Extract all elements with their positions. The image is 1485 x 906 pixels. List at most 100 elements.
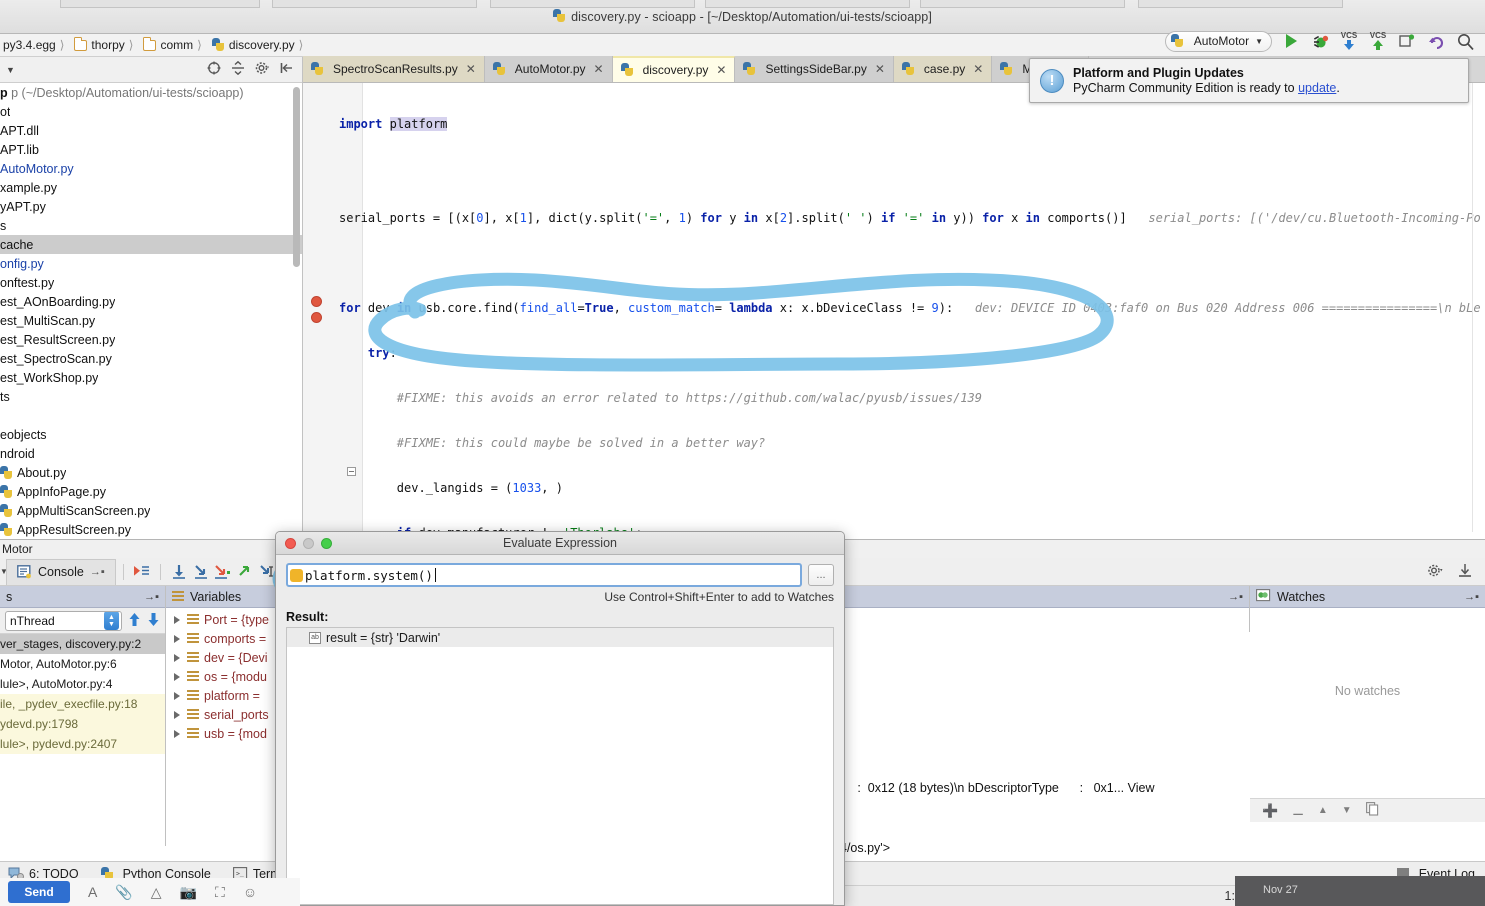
result-row[interactable]: ab result = {str} 'Darwin' bbox=[287, 628, 833, 647]
close-icon[interactable]: ✕ bbox=[594, 62, 604, 76]
breadcrumb-item-3[interactable]: discovery.py ⟩ bbox=[209, 38, 311, 52]
debugger-tab-console[interactable]: Console →▪ bbox=[6, 558, 116, 585]
run-configuration-selector[interactable]: AutoMotor ▼ bbox=[1164, 30, 1272, 52]
expand-arrow-icon[interactable] bbox=[174, 672, 180, 681]
hide-icon[interactable] bbox=[280, 61, 294, 78]
tree-item-test-resultscreen[interactable]: est_ResultScreen.py bbox=[0, 330, 302, 349]
vcs-update-button[interactable]: VCS bbox=[1339, 31, 1359, 51]
run-button[interactable] bbox=[1281, 31, 1301, 51]
tree-item-5[interactable]: yAPT.py bbox=[0, 197, 302, 216]
close-window-button[interactable] bbox=[285, 537, 296, 549]
tree-item-appinfopage[interactable]: AppInfoPage.py bbox=[0, 482, 302, 501]
drive-icon[interactable]: △ bbox=[151, 884, 162, 901]
add-icon[interactable]: ➕ bbox=[1262, 803, 1278, 819]
tree-item-appresultscreen[interactable]: AppResultScreen.py bbox=[0, 520, 302, 539]
editor-tab-case[interactable]: case.py ✕ bbox=[893, 56, 993, 82]
close-icon[interactable]: ✕ bbox=[973, 62, 983, 76]
thread-selector[interactable]: nThread ▲ ▼ bbox=[5, 610, 122, 631]
format-icon[interactable]: A bbox=[88, 884, 97, 900]
tree-item-test-multiscan[interactable]: est_MultiScan.py bbox=[0, 311, 302, 330]
vcs-commit-button[interactable]: VCS bbox=[1368, 31, 1388, 51]
minimize-window-button[interactable] bbox=[303, 537, 314, 549]
tree-item-16[interactable] bbox=[0, 406, 302, 425]
project-tree[interactable]: p p (~/Desktop/Automation/ui-tests/scioa… bbox=[0, 83, 302, 539]
expand-arrow-icon[interactable] bbox=[174, 653, 180, 662]
notification-balloon[interactable]: ! Platform and Plugin Updates PyCharm Co… bbox=[1029, 58, 1469, 103]
sidebar-scrollbar[interactable] bbox=[293, 87, 300, 267]
frame-row[interactable]: Motor, AutoMotor.py:6 bbox=[0, 654, 165, 674]
pin-icon[interactable]: →▪ bbox=[90, 566, 105, 578]
frame-row[interactable]: lule>, pydevd.py:2407 bbox=[0, 734, 165, 754]
frame-row[interactable]: lule>, AutoMotor.py:4 bbox=[0, 674, 165, 694]
undo-button[interactable] bbox=[1426, 31, 1446, 51]
show-execution-point-button[interactable] bbox=[131, 561, 153, 583]
frame-row[interactable]: ydevd.py:1798 bbox=[0, 714, 165, 734]
code-content[interactable]: import platform serial_ports = [(x[0], x… bbox=[339, 83, 1485, 532]
tree-item-config[interactable]: onfig.py bbox=[0, 254, 302, 273]
editor-tab-automotor[interactable]: AutoMotor.py ✕ bbox=[484, 56, 613, 82]
tree-item-test-spectroscan[interactable]: est_SpectroScan.py bbox=[0, 349, 302, 368]
send-button[interactable]: Send bbox=[8, 881, 70, 903]
move-down-icon[interactable] bbox=[147, 612, 160, 630]
tree-item-about[interactable]: About.py bbox=[0, 463, 302, 482]
tree-item-15[interactable]: ts bbox=[0, 387, 302, 406]
search-button[interactable] bbox=[1455, 31, 1475, 51]
frame-row[interactable]: ile, _pydev_execfile.py:18 bbox=[0, 694, 165, 714]
step-out-button[interactable] bbox=[234, 561, 256, 583]
update-link[interactable]: update bbox=[1298, 81, 1336, 95]
expression-input[interactable]: platform.system() bbox=[286, 563, 802, 587]
maximize-window-button[interactable] bbox=[321, 537, 332, 549]
vcs-history-button[interactable] bbox=[1397, 31, 1417, 51]
breakpoint-marker[interactable] bbox=[311, 312, 322, 323]
tree-item-pageobjects[interactable]: eobjects bbox=[0, 425, 302, 444]
pin-icon[interactable]: →▪ bbox=[1228, 591, 1243, 603]
tree-item-6[interactable]: s bbox=[0, 216, 302, 235]
move-down-icon[interactable]: ▼ bbox=[1342, 805, 1352, 816]
pin-icon[interactable]: →▪ bbox=[144, 591, 159, 603]
tree-item-test-aonboarding[interactable]: est_AOnBoarding.py bbox=[0, 292, 302, 311]
intention-bulb-icon[interactable] bbox=[290, 568, 303, 582]
close-icon[interactable]: ✕ bbox=[716, 63, 726, 77]
evaluate-expression-dialog[interactable]: Evaluate Expression platform.system() ..… bbox=[275, 531, 845, 906]
breadcrumb-item-1[interactable]: thorpy ⟩ bbox=[71, 37, 140, 52]
force-step-into-button[interactable] bbox=[212, 561, 234, 583]
editor-tab-discovery[interactable]: discovery.py ✕ bbox=[612, 56, 736, 82]
camera-icon[interactable]: 📷 bbox=[180, 884, 197, 901]
editor-tab-settingssidebar[interactable]: SettingsSideBar.py ✕ bbox=[735, 56, 894, 82]
close-icon[interactable]: ✕ bbox=[466, 62, 476, 76]
breadcrumb-item-2[interactable]: comm ⟩ bbox=[140, 37, 208, 52]
settings-gear-icon[interactable] bbox=[1427, 563, 1443, 581]
breakpoint-marker[interactable] bbox=[311, 296, 322, 307]
stepper-icon[interactable]: ▲ ▼ bbox=[104, 611, 119, 630]
tree-item-2[interactable]: APT.lib bbox=[0, 140, 302, 159]
tree-item-automotor[interactable]: AutoMotor.py bbox=[0, 159, 302, 178]
frames-list[interactable]: ver_stages, discovery.py:2 Motor, AutoMo… bbox=[0, 634, 165, 754]
move-up-icon[interactable] bbox=[128, 612, 141, 630]
expand-arrow-icon[interactable] bbox=[174, 710, 180, 719]
collapse-all-icon[interactable] bbox=[231, 60, 245, 78]
close-icon[interactable]: ✕ bbox=[875, 62, 885, 76]
attach-icon[interactable]: 📎 bbox=[115, 884, 132, 901]
hide-tool-window-icon[interactable] bbox=[1457, 563, 1473, 581]
editor-tab-spectroscanresults[interactable]: SpectroScanResults.py ✕ bbox=[303, 56, 485, 82]
tree-item-conftest[interactable]: onftest.py bbox=[0, 273, 302, 292]
gear-icon[interactable] bbox=[255, 61, 270, 78]
expand-expression-button[interactable]: ... bbox=[808, 564, 834, 586]
expand-arrow-icon[interactable] bbox=[174, 634, 180, 643]
tree-item-1[interactable]: APT.dll bbox=[0, 121, 302, 140]
frame-row[interactable]: ver_stages, discovery.py:2 bbox=[0, 634, 165, 654]
result-box[interactable]: ab result = {str} 'Darwin' bbox=[286, 627, 834, 905]
copy-icon[interactable] bbox=[1365, 802, 1379, 819]
project-tree-root[interactable]: p p (~/Desktop/Automation/ui-tests/scioa… bbox=[0, 83, 302, 102]
expand-arrow-icon[interactable] bbox=[174, 729, 180, 738]
step-into-button[interactable] bbox=[190, 561, 212, 583]
tree-item-appmultiscanscreen[interactable]: AppMultiScanScreen.py bbox=[0, 501, 302, 520]
pin-icon[interactable]: →▪ bbox=[1464, 591, 1479, 603]
expand-arrow-icon[interactable] bbox=[174, 691, 180, 700]
step-over-button[interactable] bbox=[168, 561, 190, 583]
chevron-down-icon[interactable]: ▼ bbox=[6, 65, 15, 75]
move-up-icon[interactable]: ▲ bbox=[1318, 805, 1328, 816]
console-output[interactable]: : 0x12 (18 bytes)\n bDescriptorType : 0x… bbox=[840, 632, 1250, 892]
tree-item-4[interactable]: xample.py bbox=[0, 178, 302, 197]
tree-item-android[interactable]: ndroid bbox=[0, 444, 302, 463]
